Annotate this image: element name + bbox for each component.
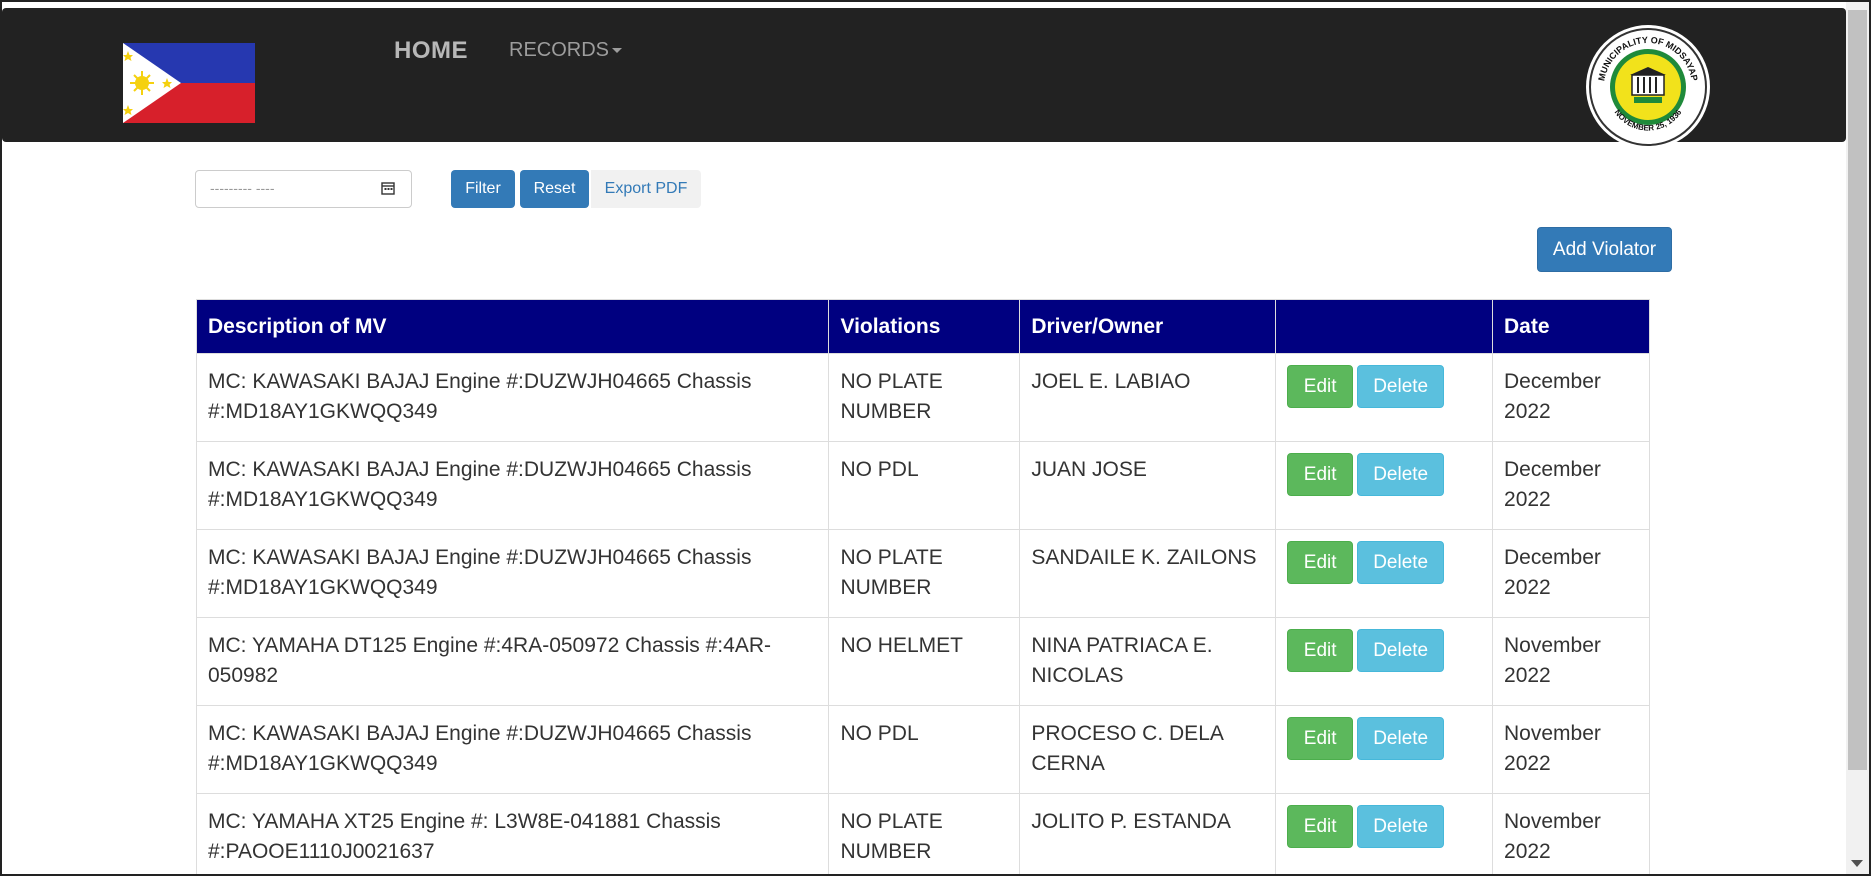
nav-records-label: RECORDS [509, 39, 610, 61]
header-date: Date [1492, 299, 1650, 354]
delete-button[interactable]: Delete [1357, 365, 1445, 408]
cell-date: November 2022 [1492, 793, 1650, 876]
cell-violation: NO PDL [828, 705, 1021, 794]
cell-driver: JOEL E. LABIAO [1019, 353, 1277, 442]
nav-home-link[interactable]: HOME [394, 37, 468, 65]
cell-actions: Edit Delete [1275, 529, 1494, 618]
edit-button[interactable]: Edit [1287, 365, 1354, 408]
cell-violation: NO PLATE NUMBER [828, 793, 1021, 876]
cell-description: MC: KAWASAKI BAJAJ Engine #:DUZWJH04665 … [195, 353, 830, 442]
caret-down-icon [612, 48, 623, 54]
cell-description: MC: YAMAHA DT125 Engine #:4RA-050972 Cha… [195, 617, 830, 706]
cell-driver: SANDAILE K. ZAILONS [1019, 529, 1277, 618]
scroll-down-arrow-icon[interactable] [1851, 860, 1863, 867]
cell-driver: NINA PATRIACA E. NICOLAS [1019, 617, 1277, 706]
cell-date: December 2022 [1492, 529, 1650, 618]
month-filter-input[interactable]: --------- ---- [195, 170, 412, 208]
cell-actions: Edit Delete [1275, 353, 1494, 442]
cell-description: MC: KAWASAKI BAJAJ Engine #:DUZWJH04665 … [195, 705, 830, 794]
cell-actions: Edit Delete [1275, 793, 1494, 876]
nav-records-dropdown[interactable]: RECORDS [509, 39, 623, 62]
header-actions [1275, 299, 1494, 354]
edit-button[interactable]: Edit [1287, 717, 1354, 760]
month-filter-placeholder: --------- ---- [210, 180, 275, 196]
cell-actions: Edit Delete [1275, 705, 1494, 794]
table-row: MC: KAWASAKI BAJAJ Engine #:DUZWJH04665 … [195, 353, 1650, 442]
cell-driver: JOLITO P. ESTANDA [1019, 793, 1277, 876]
add-violator-button[interactable]: Add Violator [1537, 227, 1672, 272]
cell-violation: NO PLATE NUMBER [828, 353, 1021, 442]
edit-button[interactable]: Edit [1287, 541, 1354, 584]
top-strip [0, 0, 1871, 8]
cell-date: December 2022 [1492, 353, 1650, 442]
cell-date: November 2022 [1492, 705, 1650, 794]
table-row: MC: KAWASAKI BAJAJ Engine #:DUZWJH04665 … [195, 529, 1650, 618]
table-row: MC: KAWASAKI BAJAJ Engine #:DUZWJH04665 … [195, 705, 1650, 794]
filter-button[interactable]: Filter [451, 170, 515, 208]
calendar-icon[interactable] [381, 181, 395, 195]
table-row: MC: YAMAHA DT125 Engine #:4RA-050972 Cha… [195, 617, 1650, 706]
delete-button[interactable]: Delete [1357, 541, 1445, 584]
cell-date: December 2022 [1492, 441, 1650, 530]
cell-violation: NO PDL [828, 441, 1021, 530]
header-driver-owner: Driver/Owner [1019, 299, 1277, 354]
cell-driver: PROCESO C. DELA CERNA [1019, 705, 1277, 794]
cell-description: MC: KAWASAKI BAJAJ Engine #:DUZWJH04665 … [195, 441, 830, 530]
edit-button[interactable]: Edit [1287, 453, 1354, 496]
reset-button[interactable]: Reset [520, 170, 589, 208]
delete-button[interactable]: Delete [1357, 453, 1445, 496]
delete-button[interactable]: Delete [1357, 629, 1445, 672]
violations-table: Description of MV Violations Driver/Owne… [195, 299, 1650, 876]
header-violations: Violations [828, 299, 1021, 354]
delete-button[interactable]: Delete [1357, 805, 1445, 848]
table-row: MC: YAMAHA XT25 Engine #: L3W8E-041881 C… [195, 793, 1650, 876]
table-header-row: Description of MV Violations Driver/Owne… [195, 299, 1650, 354]
edit-button[interactable]: Edit [1287, 629, 1354, 672]
municipal-seal-logo: MUNICIPALITY OF MIDSAYAP NOVEMBER 25, 19… [1582, 23, 1714, 151]
navbar: HOME RECORDS MUNICIPALITY OF MIDSAYAP NO… [2, 8, 1846, 149]
delete-button[interactable]: Delete [1357, 717, 1445, 760]
header-description: Description of MV [195, 299, 830, 354]
vertical-scrollbar-thumb[interactable] [1848, 10, 1867, 770]
philippine-flag-logo [123, 43, 255, 123]
export-pdf-button[interactable]: Export PDF [591, 170, 701, 208]
edit-button[interactable]: Edit [1287, 805, 1354, 848]
cell-description: MC: KAWASAKI BAJAJ Engine #:DUZWJH04665 … [195, 529, 830, 618]
cell-description: MC: YAMAHA XT25 Engine #: L3W8E-041881 C… [195, 793, 830, 876]
cell-driver: JUAN JOSE [1019, 441, 1277, 530]
cell-actions: Edit Delete [1275, 617, 1494, 706]
cell-date: November 2022 [1492, 617, 1650, 706]
cell-actions: Edit Delete [1275, 441, 1494, 530]
cell-violation: NO PLATE NUMBER [828, 529, 1021, 618]
table-row: MC: KAWASAKI BAJAJ Engine #:DUZWJH04665 … [195, 441, 1650, 530]
cell-violation: NO HELMET [828, 617, 1021, 706]
